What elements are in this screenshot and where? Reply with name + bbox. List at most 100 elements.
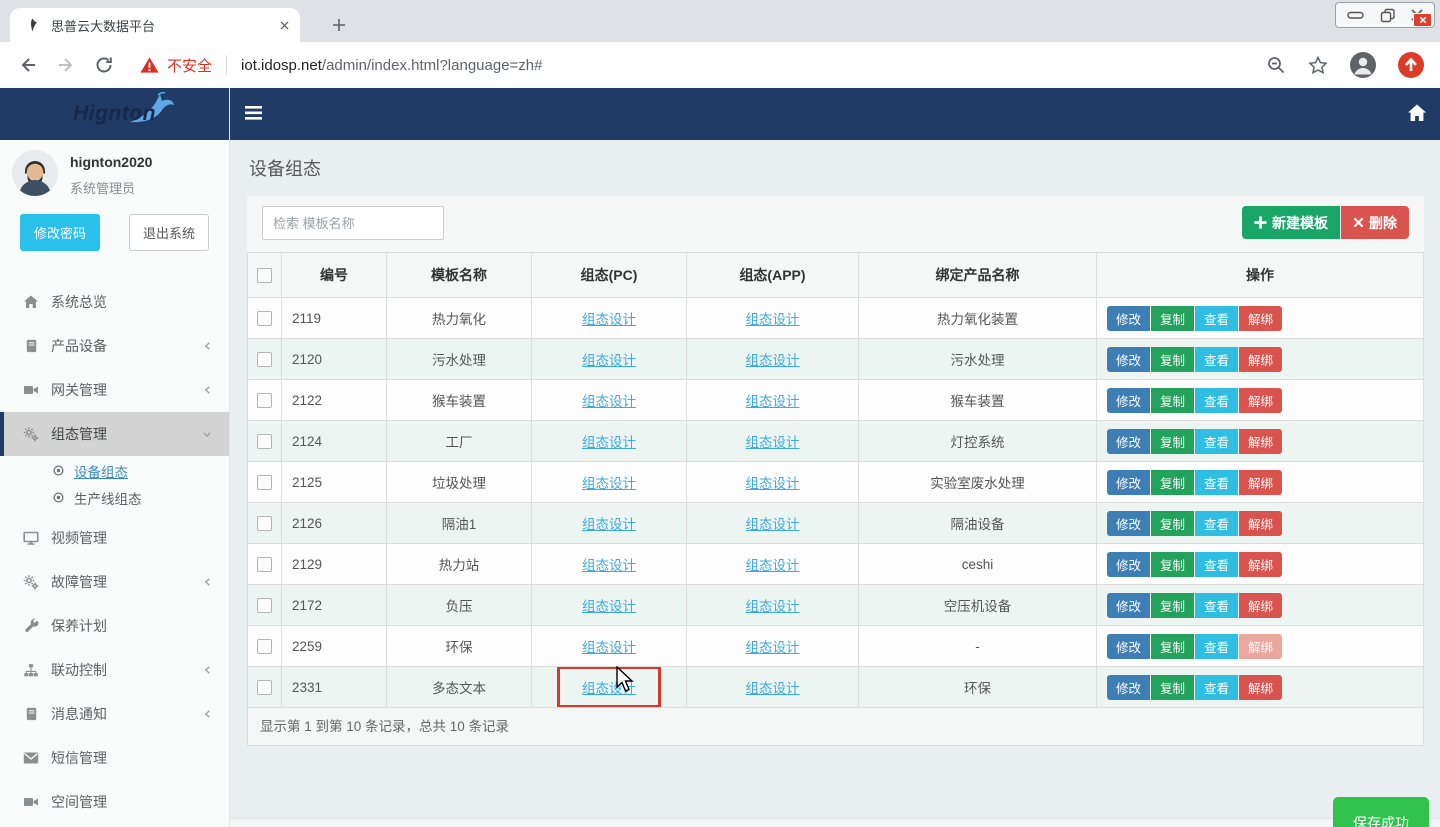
url-display[interactable]: 不安全 iot.idosp.net/admin/index.html?langu…	[140, 55, 542, 76]
row-checkbox[interactable]	[257, 434, 272, 449]
modify-button[interactable]: 修改	[1107, 552, 1150, 577]
view-button[interactable]: 查看	[1195, 634, 1238, 659]
browser-update-icon[interactable]	[1398, 52, 1424, 78]
new-template-button[interactable]: 新建模板	[1242, 206, 1340, 239]
select-all-checkbox[interactable]	[257, 268, 272, 283]
home-icon[interactable]	[1407, 103, 1427, 123]
row-checkbox[interactable]	[257, 393, 272, 408]
copy-button[interactable]: 复制	[1151, 552, 1194, 577]
row-checkbox[interactable]	[257, 557, 272, 572]
row-checkbox[interactable]	[257, 311, 272, 326]
pc-config-link[interactable]: 组态设计	[582, 394, 636, 409]
modify-button[interactable]: 修改	[1107, 634, 1150, 659]
modify-button[interactable]: 修改	[1107, 470, 1150, 495]
copy-button[interactable]: 复制	[1151, 470, 1194, 495]
sidebar-item-production-line-configuration[interactable]: 生产线组态	[0, 484, 229, 511]
sidebar-item-product-device[interactable]: 产品设备	[0, 324, 229, 368]
unbind-button[interactable]: 解绑	[1239, 511, 1282, 536]
row-checkbox[interactable]	[257, 352, 272, 367]
view-button[interactable]: 查看	[1195, 552, 1238, 577]
pc-config-link[interactable]: 组态设计	[582, 640, 636, 655]
copy-button[interactable]: 复制	[1151, 593, 1194, 618]
modify-button[interactable]: 修改	[1107, 429, 1150, 454]
pc-config-link[interactable]: 组态设计	[582, 558, 636, 573]
search-input[interactable]	[262, 206, 444, 240]
app-config-link[interactable]: 组态设计	[746, 435, 800, 450]
row-checkbox[interactable]	[257, 475, 272, 490]
app-config-link[interactable]: 组态设计	[746, 517, 800, 532]
row-checkbox[interactable]	[257, 598, 272, 613]
zoom-out-icon[interactable]	[1266, 55, 1286, 75]
pc-config-link[interactable]: 组态设计	[582, 435, 636, 450]
back-button[interactable]	[18, 55, 38, 75]
app-config-link[interactable]: 组态设计	[746, 312, 800, 327]
copy-button[interactable]: 复制	[1151, 634, 1194, 659]
sidebar-item-video-management[interactable]: 视频管理	[0, 516, 229, 560]
view-button[interactable]: 查看	[1195, 593, 1238, 618]
copy-button[interactable]: 复制	[1151, 429, 1194, 454]
app-config-link[interactable]: 组态设计	[746, 394, 800, 409]
copy-button[interactable]: 复制	[1151, 388, 1194, 413]
row-checkbox[interactable]	[257, 639, 272, 654]
copy-button[interactable]: 复制	[1151, 675, 1194, 700]
app-config-link[interactable]: 组态设计	[746, 599, 800, 614]
copy-button[interactable]: 复制	[1151, 347, 1194, 372]
sidebar-item-fault-management[interactable]: 故障管理	[0, 560, 229, 604]
sidebar-item-space-management[interactable]: 空间管理	[0, 780, 229, 824]
change-password-button[interactable]: 修改密码	[20, 214, 100, 251]
sidebar-item-configuration-management[interactable]: 组态管理	[0, 412, 229, 456]
forward-button[interactable]	[56, 55, 76, 75]
unbind-button[interactable]: 解绑	[1239, 634, 1282, 659]
unbind-button[interactable]: 解绑	[1239, 347, 1282, 372]
delete-button[interactable]: 删除	[1341, 206, 1409, 239]
sidebar-item-gateway-management[interactable]: 网关管理	[0, 368, 229, 412]
pc-config-link[interactable]: 组态设计	[582, 312, 636, 327]
app-config-link[interactable]: 组态设计	[746, 640, 800, 655]
window-close-button[interactable]	[1410, 8, 1424, 22]
bookmark-star-icon[interactable]	[1308, 55, 1328, 75]
view-button[interactable]: 查看	[1195, 675, 1238, 700]
modify-button[interactable]: 修改	[1107, 593, 1150, 618]
modify-button[interactable]: 修改	[1107, 306, 1150, 331]
app-config-link[interactable]: 组态设计	[746, 558, 800, 573]
view-button[interactable]: 查看	[1195, 429, 1238, 454]
window-restore-button[interactable]	[1380, 8, 1396, 23]
pc-config-link[interactable]: 组态设计	[582, 476, 636, 491]
sidebar-item-maintenance-plan[interactable]: 保养计划	[0, 604, 229, 648]
browser-tab[interactable]: 思普云大数据平台	[10, 8, 300, 42]
modify-button[interactable]: 修改	[1107, 347, 1150, 372]
hamburger-menu-icon[interactable]	[244, 104, 264, 122]
reload-button[interactable]	[94, 55, 114, 75]
window-minimize-button[interactable]	[1346, 9, 1366, 21]
profile-avatar-icon[interactable]	[1350, 52, 1376, 78]
view-button[interactable]: 查看	[1195, 347, 1238, 372]
modify-button[interactable]: 修改	[1107, 511, 1150, 536]
view-button[interactable]: 查看	[1195, 388, 1238, 413]
sidebar-item-message-notification[interactable]: 消息通知	[0, 692, 229, 736]
view-button[interactable]: 查看	[1195, 470, 1238, 495]
app-config-link[interactable]: 组态设计	[746, 476, 800, 491]
new-tab-button[interactable]	[326, 12, 352, 38]
remote-close-icon[interactable]	[1413, 13, 1432, 27]
unbind-button[interactable]: 解绑	[1239, 552, 1282, 577]
sidebar-item-system-overview[interactable]: 系统总览	[0, 280, 229, 324]
pc-config-link[interactable]: 组态设计	[582, 517, 636, 532]
unbind-button[interactable]: 解绑	[1239, 306, 1282, 331]
row-checkbox[interactable]	[257, 516, 272, 531]
view-button[interactable]: 查看	[1195, 306, 1238, 331]
pc-config-link[interactable]: 组态设计	[582, 681, 636, 696]
modify-button[interactable]: 修改	[1107, 388, 1150, 413]
row-checkbox[interactable]	[257, 680, 272, 695]
modify-button[interactable]: 修改	[1107, 675, 1150, 700]
sidebar-item-sms-management[interactable]: 短信管理	[0, 736, 229, 780]
pc-config-link[interactable]: 组态设计	[582, 353, 636, 368]
sidebar-item-device-configuration[interactable]: 设备组态	[0, 457, 229, 484]
unbind-button[interactable]: 解绑	[1239, 388, 1282, 413]
copy-button[interactable]: 复制	[1151, 511, 1194, 536]
app-config-link[interactable]: 组态设计	[746, 353, 800, 368]
unbind-button[interactable]: 解绑	[1239, 470, 1282, 495]
view-button[interactable]: 查看	[1195, 511, 1238, 536]
copy-button[interactable]: 复制	[1151, 306, 1194, 331]
unbind-button[interactable]: 解绑	[1239, 429, 1282, 454]
unbind-button[interactable]: 解绑	[1239, 593, 1282, 618]
